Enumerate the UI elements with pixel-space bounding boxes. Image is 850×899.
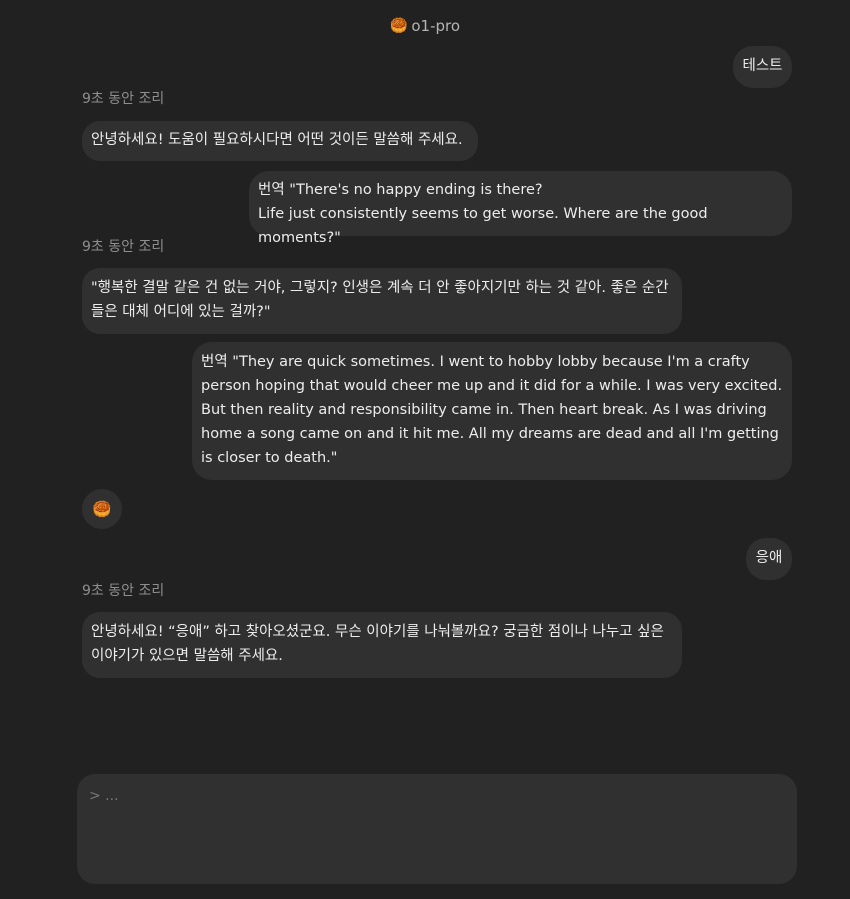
assistant-message: 안녕하세요! “응애” 하고 찾아오셨군요. 무슨 이야기를 나눠볼까요? 궁금… [82,612,682,678]
model-face-emoji-icon: 🥮 [389,18,408,34]
model-name: o1-pro [411,17,461,35]
face-emoji-icon: 🥮 [92,499,112,518]
user-message: 응애 [746,538,792,580]
user-message: 번역 "They are quick sometimes. I went to … [192,342,792,480]
message-input[interactable] [77,774,797,884]
thinking-status[interactable]: 9초 동안 조리 [82,581,164,601]
thinking-status[interactable]: 9초 동안 조리 [82,89,164,109]
user-message: 번역 "There's no happy ending is there? Li… [249,171,792,246]
assistant-message: 안녕하세요! 도움이 필요하시다면 어떤 것이든 말씀해 주세요. [82,121,478,161]
assistant-message: "행복한 결말 같은 건 없는 거야, 그렇지? 인생은 계속 더 안 좋아지기… [82,268,682,334]
reaction-button[interactable]: 🥮 [82,489,122,529]
user-message: 테스트 [733,46,792,88]
model-header[interactable]: 🥮 o1-pro [0,14,850,38]
thinking-status[interactable]: 9초 동안 조리 [82,237,164,257]
